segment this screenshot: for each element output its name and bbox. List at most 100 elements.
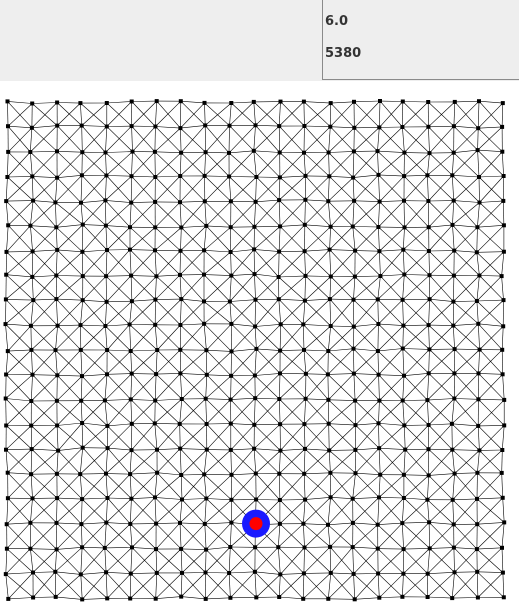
- mesh-node[interactable]: [154, 521, 159, 526]
- mesh-node[interactable]: [253, 324, 258, 329]
- mesh-node[interactable]: [129, 174, 134, 179]
- mesh-node[interactable]: [377, 199, 382, 204]
- mesh-node[interactable]: [55, 496, 60, 501]
- mesh-node[interactable]: [80, 374, 84, 379]
- mesh-node[interactable]: [475, 569, 480, 574]
- mesh-node[interactable]: [278, 422, 283, 427]
- mesh-node[interactable]: [29, 399, 34, 403]
- mesh-node[interactable]: [103, 198, 108, 203]
- mesh-node[interactable]: [28, 223, 33, 228]
- mesh-node[interactable]: [227, 299, 232, 304]
- mesh-node[interactable]: [78, 347, 83, 352]
- mesh-node[interactable]: [3, 322, 8, 327]
- mesh-node[interactable]: [153, 124, 158, 129]
- mesh-node[interactable]: [202, 100, 207, 105]
- mesh-node[interactable]: [501, 174, 506, 178]
- mesh-node[interactable]: [451, 299, 456, 304]
- mesh-node[interactable]: [449, 421, 454, 426]
- mesh-node[interactable]: [377, 446, 382, 451]
- mesh-node[interactable]: [351, 324, 356, 329]
- mesh-node[interactable]: [400, 521, 405, 526]
- mesh-node[interactable]: [54, 471, 59, 476]
- mesh-node[interactable]: [252, 247, 257, 252]
- mesh-node[interactable]: [29, 447, 34, 452]
- mesh-node[interactable]: [54, 225, 59, 230]
- mesh-node[interactable]: [451, 150, 456, 155]
- mesh-node[interactable]: [427, 273, 432, 278]
- mesh-node[interactable]: [375, 546, 380, 551]
- mesh-node[interactable]: [179, 397, 184, 401]
- mesh-node[interactable]: [80, 249, 85, 254]
- mesh-node[interactable]: [352, 198, 357, 203]
- mesh-node[interactable]: [328, 570, 333, 575]
- mesh-node[interactable]: [4, 272, 9, 277]
- mesh-node[interactable]: [303, 197, 308, 202]
- mesh-node[interactable]: [353, 398, 358, 403]
- mesh-node[interactable]: [301, 521, 306, 526]
- mesh-node[interactable]: [400, 594, 405, 599]
- mesh-node[interactable]: [154, 547, 158, 552]
- mesh-node[interactable]: [53, 200, 58, 205]
- mesh-node[interactable]: [128, 596, 133, 601]
- mesh-node[interactable]: [229, 520, 234, 525]
- mesh-node[interactable]: [153, 297, 158, 302]
- mesh-node[interactable]: [425, 595, 430, 599]
- mesh-node[interactable]: [426, 371, 431, 376]
- mesh-node[interactable]: [452, 570, 457, 575]
- selected-node-marker[interactable]: [242, 509, 270, 538]
- mesh-node[interactable]: [326, 199, 331, 204]
- mesh-node[interactable]: [228, 250, 233, 254]
- mesh-node[interactable]: [502, 520, 507, 525]
- mesh-node[interactable]: [401, 472, 406, 477]
- mesh-node[interactable]: [375, 349, 380, 353]
- mesh-node[interactable]: [450, 447, 455, 452]
- mesh-node[interactable]: [229, 273, 234, 278]
- mesh-node[interactable]: [252, 569, 257, 574]
- mesh-node[interactable]: [328, 101, 333, 106]
- mesh-node[interactable]: [303, 446, 307, 451]
- mesh-node[interactable]: [501, 223, 506, 228]
- mesh-node[interactable]: [31, 570, 35, 575]
- mesh-node[interactable]: [6, 596, 11, 601]
- mesh-node[interactable]: [451, 522, 456, 527]
- mesh-node[interactable]: [54, 547, 59, 552]
- mesh-node[interactable]: [5, 349, 10, 354]
- mesh-node[interactable]: [276, 275, 281, 279]
- mesh-node[interactable]: [326, 349, 331, 353]
- mesh-node[interactable]: [452, 248, 457, 253]
- mesh-node[interactable]: [252, 373, 257, 378]
- mesh-node[interactable]: [378, 99, 382, 103]
- mesh-node[interactable]: [403, 447, 408, 452]
- mesh-node[interactable]: [302, 150, 306, 155]
- mesh-node[interactable]: [153, 596, 158, 601]
- mesh-node[interactable]: [400, 297, 405, 302]
- mesh-node[interactable]: [105, 446, 110, 451]
- mesh-node[interactable]: [104, 570, 109, 575]
- mesh-node[interactable]: [130, 149, 135, 154]
- mesh-node[interactable]: [474, 547, 479, 552]
- mesh-node[interactable]: [202, 248, 207, 253]
- mesh-node[interactable]: [325, 372, 330, 377]
- mesh-node[interactable]: [79, 398, 84, 403]
- mesh-node[interactable]: [253, 123, 258, 128]
- mesh-node[interactable]: [499, 274, 504, 279]
- mesh-node[interactable]: [278, 99, 283, 104]
- mesh-node[interactable]: [28, 323, 33, 328]
- mesh-node[interactable]: [55, 247, 60, 252]
- mesh-node[interactable]: [402, 423, 407, 428]
- mesh-node[interactable]: [474, 250, 479, 255]
- mesh-node[interactable]: [78, 101, 83, 106]
- mesh-node[interactable]: [228, 199, 233, 204]
- mesh-node[interactable]: [450, 222, 455, 227]
- mesh-node[interactable]: [153, 398, 158, 403]
- mesh-node[interactable]: [178, 347, 183, 352]
- mesh-node[interactable]: [375, 522, 380, 527]
- mesh-node[interactable]: [451, 545, 456, 550]
- mesh-node[interactable]: [252, 422, 257, 427]
- mesh-node[interactable]: [105, 423, 110, 428]
- mesh-node[interactable]: [28, 546, 33, 551]
- mesh-node[interactable]: [477, 448, 482, 453]
- mesh-node[interactable]: [427, 347, 432, 352]
- mesh-node[interactable]: [53, 569, 58, 574]
- mesh-node[interactable]: [302, 222, 307, 227]
